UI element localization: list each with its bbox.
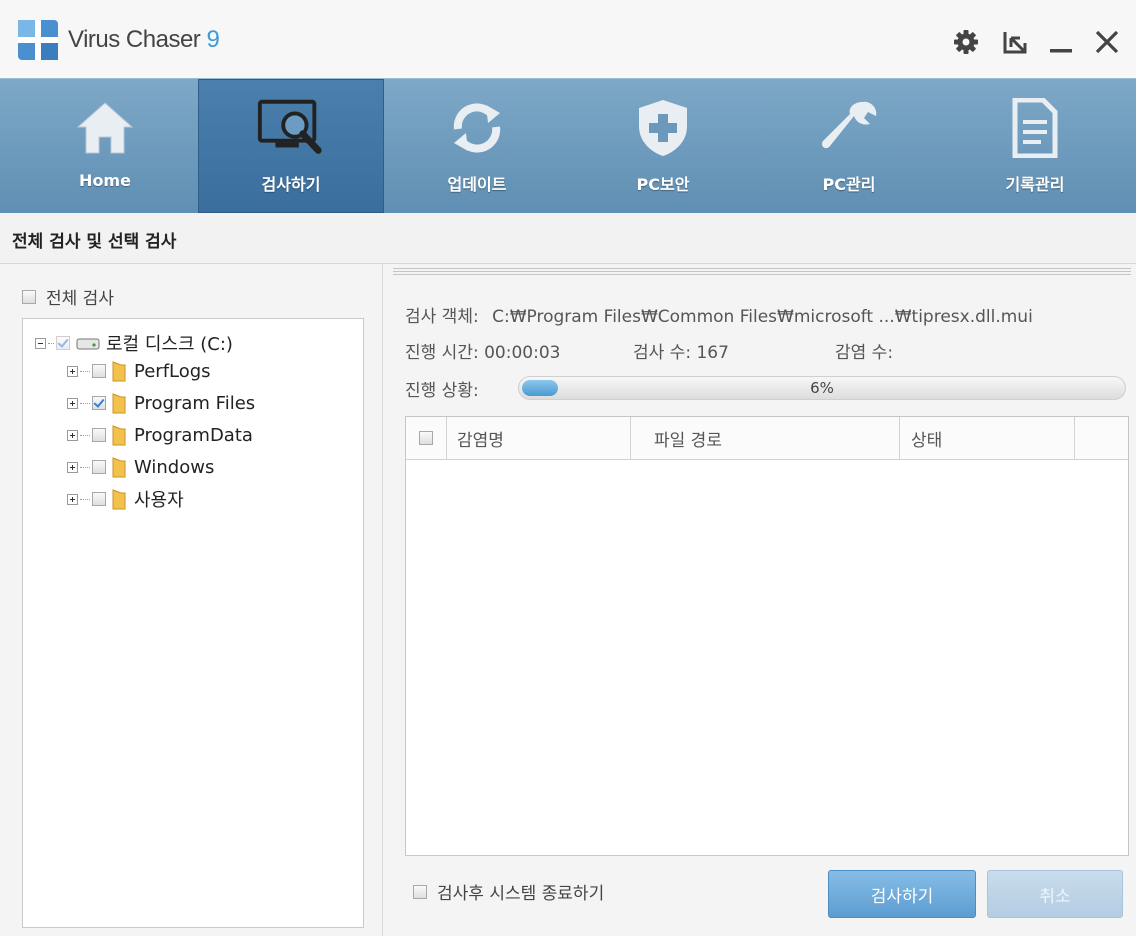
tree-checkbox[interactable] xyxy=(92,460,106,474)
tree-node-label: 사용자 xyxy=(134,490,184,511)
app-title: Virus Chaser 9 xyxy=(68,26,220,54)
column-header-threat-name[interactable]: 감염명 xyxy=(447,417,631,459)
results-table-header: 감염명 파일 경로 상태 xyxy=(406,417,1128,460)
minimize-button[interactable] xyxy=(1044,24,1078,60)
tree-node-programdata[interactable]: ProgramData xyxy=(67,421,253,449)
tab-label: 검사하기 xyxy=(261,175,321,194)
tree-checkbox[interactable] xyxy=(56,336,70,350)
tree-node-label: ProgramData xyxy=(134,424,253,446)
elapsed-time: 진행 시간: 00:00:03 xyxy=(405,338,560,363)
tab-pc-management[interactable]: PC관리 xyxy=(756,79,942,213)
results-table: 감염명 파일 경로 상태 xyxy=(405,416,1129,856)
elapsed-value: 00:00:03 xyxy=(484,343,561,363)
scan-button[interactable]: 검사하기 xyxy=(828,870,976,918)
scanned-count: 검사 수: 167 xyxy=(633,338,729,363)
infected-label: 감염 수: xyxy=(835,343,894,363)
select-all-checkbox[interactable] xyxy=(419,431,433,445)
tab-label: PC보안 xyxy=(636,175,690,194)
tab-label: 기록관리 xyxy=(1005,175,1065,194)
tree-checkbox[interactable] xyxy=(92,364,106,378)
tab-pc-security[interactable]: PC보안 xyxy=(570,79,756,213)
main-nav: Home 검사하기 업데이트 PC보안 PC관리 기록관리 xyxy=(0,78,1136,214)
tree-node-label: Program Files xyxy=(134,392,256,414)
drive-icon xyxy=(76,338,100,350)
folder-icon xyxy=(112,393,126,414)
tree-node-program-files[interactable]: Program Files xyxy=(67,389,255,417)
tree-checkbox[interactable] xyxy=(92,428,106,442)
document-icon xyxy=(1012,98,1058,158)
app-logo-icon xyxy=(18,20,58,60)
shutdown-after-scan-option[interactable]: 검사후 시스템 종료하기 xyxy=(413,879,604,904)
expand-toggle[interactable] xyxy=(67,461,78,473)
gear-icon xyxy=(954,30,978,54)
progress-percent: 6% xyxy=(810,379,834,397)
settings-button[interactable] xyxy=(948,24,984,60)
minimize-icon xyxy=(1050,49,1072,53)
scan-object-label: 검사 객체: xyxy=(405,307,479,327)
expand-toggle[interactable] xyxy=(67,397,78,409)
column-header-status[interactable]: 상태 xyxy=(901,417,1075,459)
tab-label: 업데이트 xyxy=(447,175,507,194)
collapse-toggle[interactable] xyxy=(35,337,46,349)
full-scan-checkbox[interactable] xyxy=(22,289,36,304)
full-scan-option[interactable]: 전체 검사 xyxy=(22,284,114,309)
refresh-icon xyxy=(453,103,501,153)
tab-label: Home xyxy=(79,171,131,190)
expand-toggle[interactable] xyxy=(67,365,78,377)
count-label: 검사 수: xyxy=(633,343,692,363)
tab-label: PC관리 xyxy=(822,175,876,194)
scan-status-panel: 검사 객체: C:₩Program Files₩Common Files₩mic… xyxy=(383,264,1136,936)
expand-toggle[interactable] xyxy=(67,429,78,441)
mini-mode-button[interactable] xyxy=(998,24,1032,60)
tab-home[interactable]: Home xyxy=(12,79,198,213)
expand-toggle[interactable] xyxy=(67,493,78,505)
tree-root-node[interactable]: 로컬 디스크 (C:) xyxy=(35,329,233,357)
elapsed-label: 진행 시간: xyxy=(405,343,479,363)
folder-icon xyxy=(112,489,126,510)
select-all-column xyxy=(406,417,447,459)
folder-icon xyxy=(112,361,126,382)
cancel-button[interactable]: 취소 xyxy=(987,870,1123,918)
folder-icon xyxy=(112,425,126,446)
tree-checkbox[interactable] xyxy=(92,492,106,506)
monitor-search-icon xyxy=(257,99,322,154)
folder-icon xyxy=(112,457,126,478)
close-button[interactable] xyxy=(1090,24,1124,60)
tree-node-users[interactable]: 사용자 xyxy=(67,485,184,513)
tree-root-label: 로컬 디스크 (C:) xyxy=(106,334,233,355)
tree-node-perflogs[interactable]: PerfLogs xyxy=(67,357,211,385)
progress-label: 진행 상황: xyxy=(405,381,479,401)
scan-target-panel: 전체 검사 로컬 디스크 (C:) PerfLogs Program Files xyxy=(0,264,383,936)
tab-scan[interactable]: 검사하기 xyxy=(198,79,384,213)
shutdown-label: 검사후 시스템 종료하기 xyxy=(437,884,605,904)
scan-progress-bar: 6% xyxy=(518,376,1126,400)
shield-plus-icon xyxy=(639,100,687,156)
close-icon xyxy=(1095,30,1119,54)
splitter-grip[interactable] xyxy=(393,268,1131,276)
app-version: 9 xyxy=(206,26,220,53)
tree-node-label: Windows xyxy=(134,456,215,478)
tab-log-management[interactable]: 기록관리 xyxy=(942,79,1128,213)
tree-node-label: PerfLogs xyxy=(134,360,211,382)
tab-update[interactable]: 업데이트 xyxy=(384,79,570,213)
title-bar: Virus Chaser 9 xyxy=(0,0,1136,78)
full-scan-label: 전체 검사 xyxy=(46,289,114,309)
drive-tree: 로컬 디스크 (C:) PerfLogs Program Files Progr… xyxy=(22,318,364,928)
section-title: 전체 검사 및 선택 검사 xyxy=(12,232,177,252)
section-header: 전체 검사 및 선택 검사 xyxy=(0,213,1136,264)
shutdown-checkbox[interactable] xyxy=(413,884,427,899)
home-icon xyxy=(76,102,134,154)
resize-icon xyxy=(1003,32,1027,54)
infected-count: 감염 수: xyxy=(835,338,893,363)
tree-checkbox[interactable] xyxy=(92,396,106,410)
wrench-icon xyxy=(822,101,877,149)
scan-object-value: C:₩Program Files₩Common Files₩microsoft … xyxy=(492,307,1033,327)
tree-node-windows[interactable]: Windows xyxy=(67,453,214,481)
scan-object-row: 검사 객체: C:₩Program Files₩Common Files₩mic… xyxy=(405,302,1033,327)
column-header-file-path[interactable]: 파일 경로 xyxy=(632,417,900,459)
count-value: 167 xyxy=(696,343,729,363)
app-name: Virus Chaser xyxy=(68,26,201,53)
